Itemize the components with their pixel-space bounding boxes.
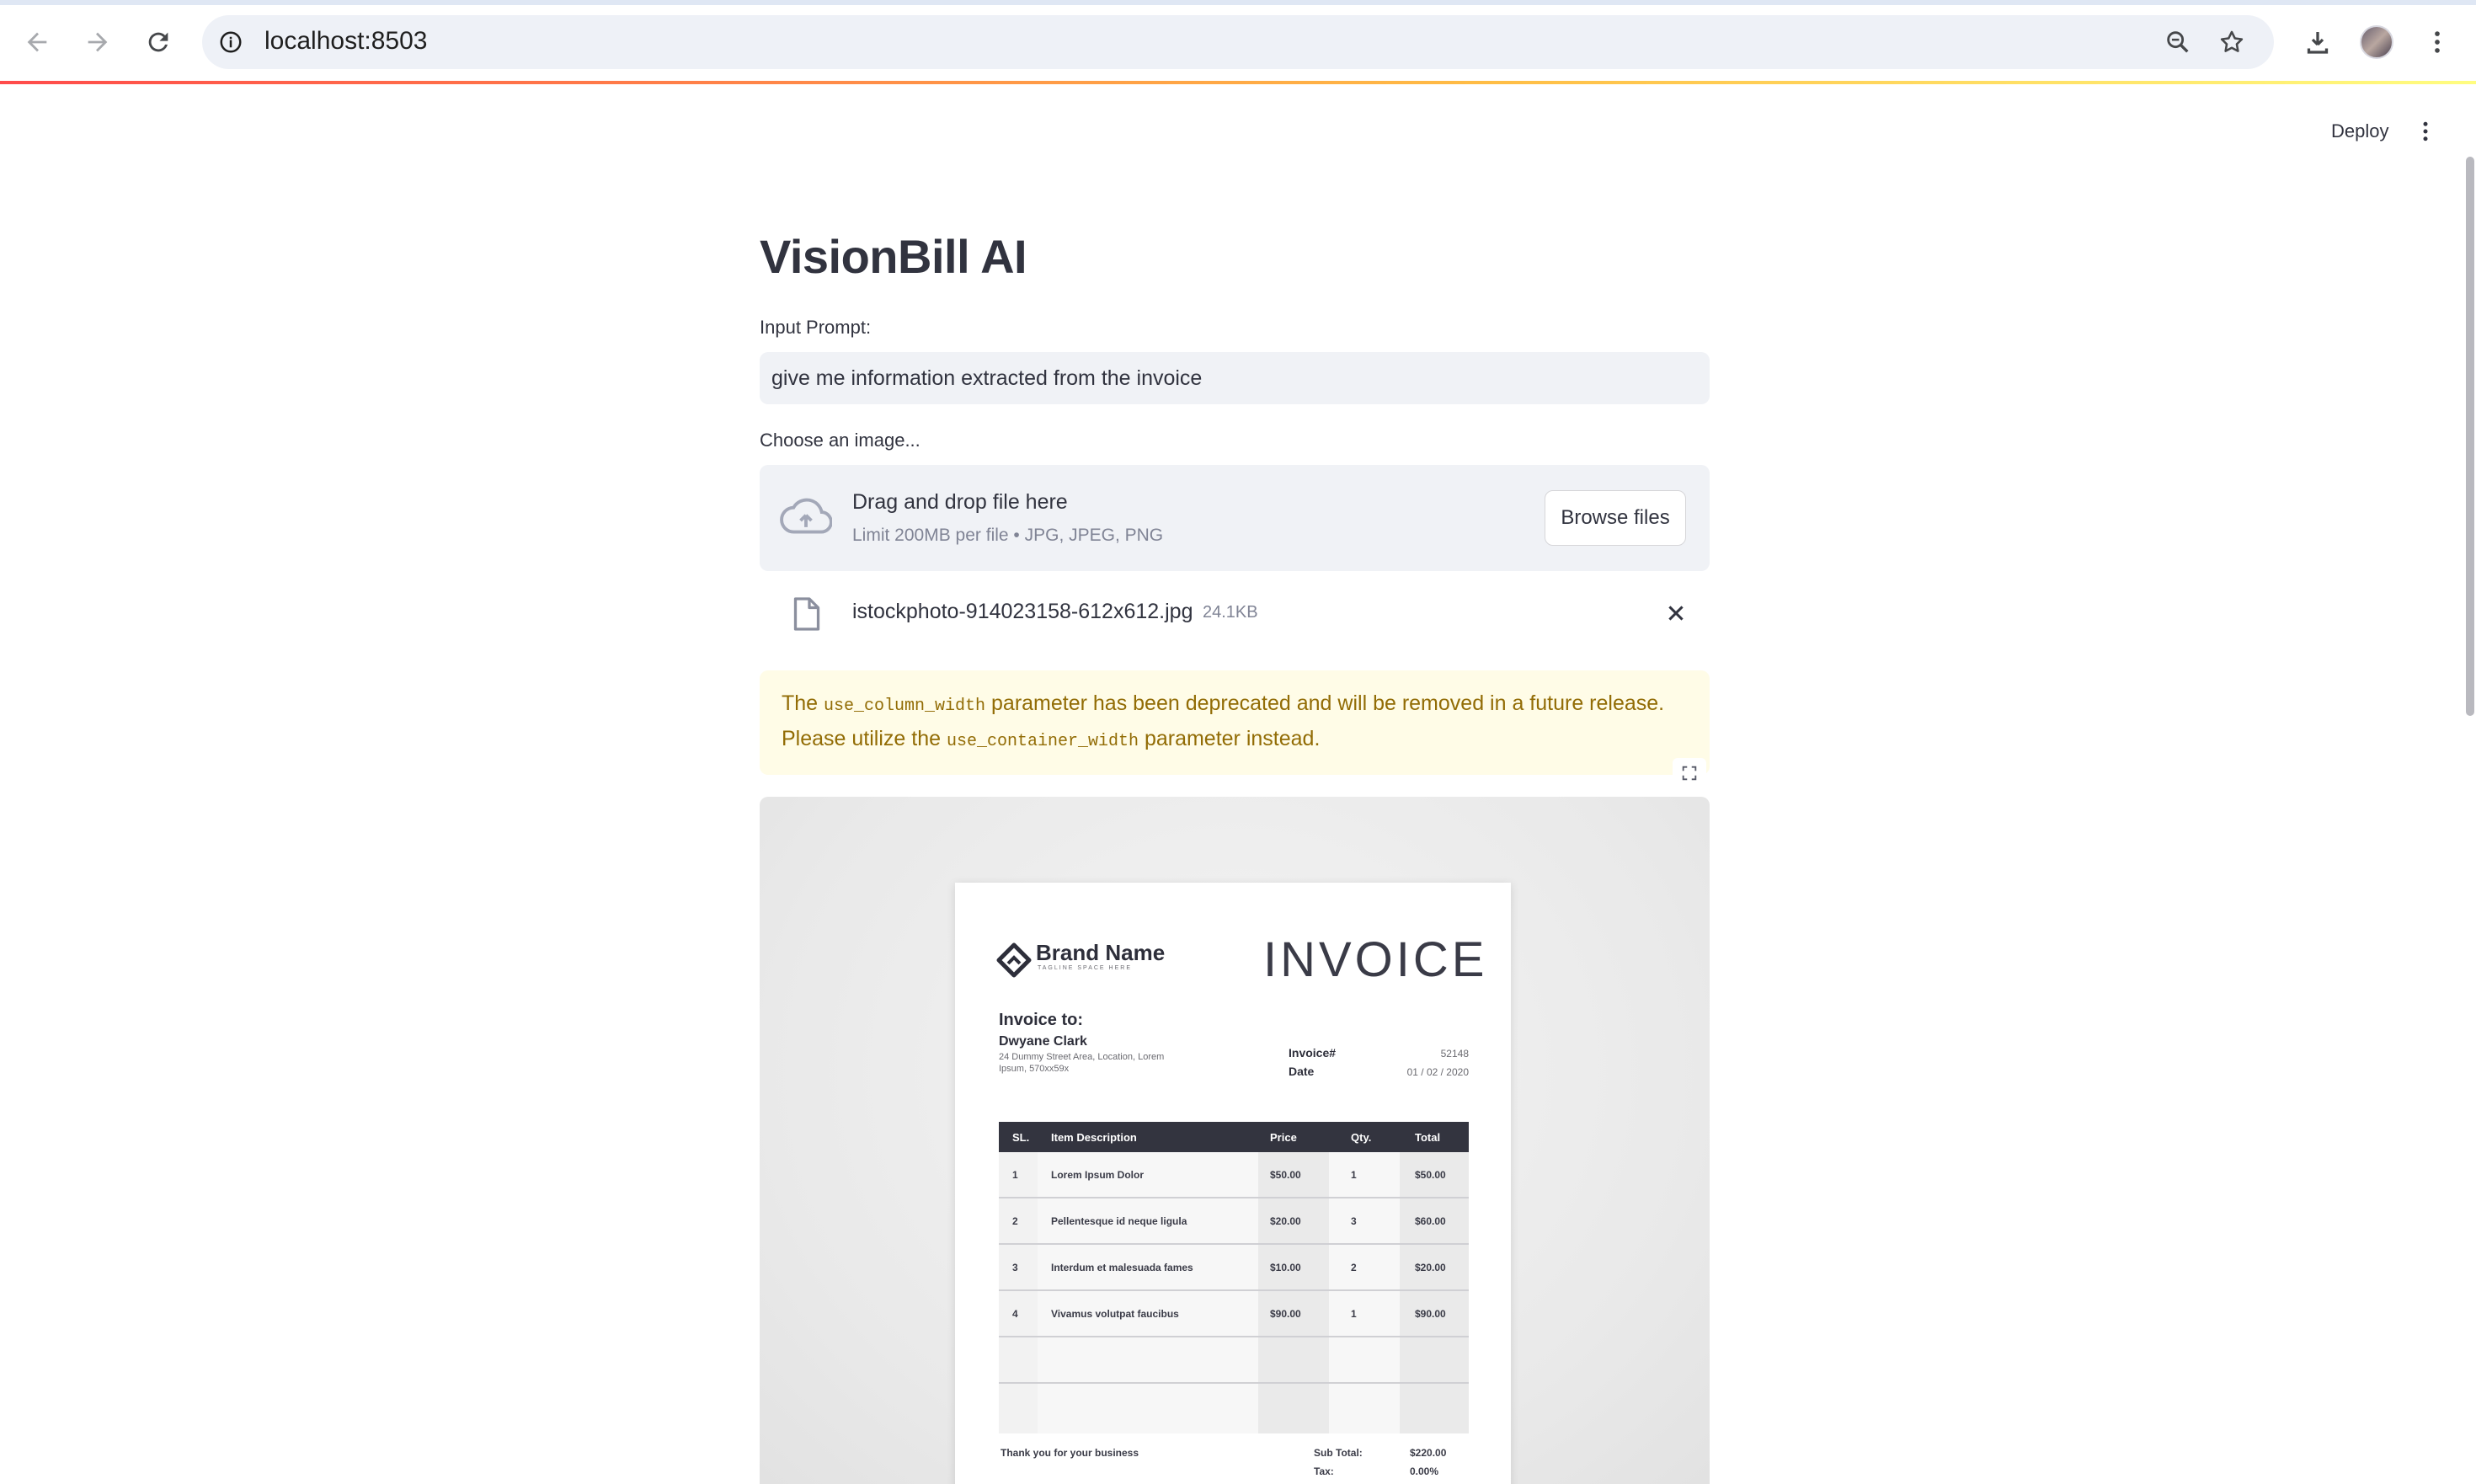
table-row-empty [999,1384,1469,1430]
forward-button[interactable] [76,20,120,64]
invoice-number: 52148 [1440,1048,1469,1060]
table-cell: 4 [1012,1307,1018,1320]
uploader-label: Choose an image... [760,430,920,451]
table-cell: 2 [1012,1214,1018,1227]
table-cell: 3 [1351,1214,1357,1227]
table-row: 1 Lorem Ipsum Dolor $50.00 1 $50.00 [999,1152,1469,1198]
cloud-upload-icon [780,498,832,534]
table-cell: Interdum et malesuada fames [1051,1261,1193,1273]
client-address: 24 Dummy Street Area, Location, Lorem Ip… [999,1052,1165,1074]
uploaded-image: Brand Name TAGLINE SPACE HERE INVOICE In… [760,797,1710,1484]
app-menu-button[interactable] [2409,115,2442,148]
table-row: 3 Interdum et malesuada fames $10.00 2 $20.0… [999,1245,1469,1291]
warning-text-1: The [782,691,824,715]
invoice-title: INVOICE [1263,932,1488,987]
file-name: istockphoto-914023158-612x612.jpg [852,600,1193,623]
table-header-cell: Qty. [1351,1130,1372,1144]
deprecation-warning: The use_column_width parameter has been … [760,670,1710,775]
url-text[interactable]: localhost:8503 [264,27,427,56]
table-header-cell: Price [1270,1130,1297,1144]
invoice-table-body: 1 Lorem Ipsum Dolor $50.00 1 $50.00 2 Pellente… [999,1152,1469,1337]
table-cell: $10.00 [1270,1261,1301,1273]
invoice-table-header: SL. Item Description Price Qty. Total [999,1122,1469,1152]
invoice-to-label: Invoice to: [999,1011,1084,1029]
table-cell: 3 [1012,1261,1018,1273]
table-cell: $50.00 [1415,1168,1446,1181]
invoice-document: Brand Name TAGLINE SPACE HERE INVOICE In… [955,883,1511,1484]
dropzone-subtitle: Limit 200MB per file • JPG, JPEG, PNG [852,526,1164,545]
table-header-cell: SL. [1012,1130,1030,1144]
tab-strip-edge [0,0,2476,5]
table-cell: Vivamus volutpat faucibus [1051,1307,1179,1320]
tax-value: 0.00% [1410,1465,1439,1477]
arrow-right-icon [88,32,108,52]
table-row: 4 Vivamus volutpat faucibus $90.00 1 $90.00 [999,1291,1469,1337]
brand-logo-icon [996,942,1032,978]
zoom-icon[interactable] [2161,25,2195,59]
thanks-note: Thank you for your business [1001,1447,1139,1459]
streamlit-decoration-bar [0,81,2476,84]
prompt-input[interactable] [760,352,1710,404]
avatar [2360,25,2393,59]
download-icon [2307,32,2329,54]
downloads-button[interactable] [2296,19,2340,66]
deploy-button[interactable]: Deploy [2316,115,2404,148]
brand-name: Brand Name [1036,940,1166,965]
address-bar[interactable]: localhost:8503 [202,15,2274,69]
page-scrollbar[interactable] [2466,157,2474,716]
table-cell: $50.00 [1270,1168,1301,1181]
fullscreen-icon [1682,766,1697,781]
table-header-cell: Total [1415,1130,1441,1144]
subtotal-label: Sub Total: [1314,1447,1363,1459]
table-cell: 1 [1351,1168,1357,1181]
prompt-label: Input Prompt: [760,317,872,338]
browser-menu-button[interactable] [2415,19,2459,66]
table-cell: 1 [1351,1307,1357,1320]
table-cell: Lorem Ipsum Dolor [1051,1168,1145,1181]
dropzone-title: Drag and drop file here [852,490,1068,514]
warning-code-1: use_column_width [824,697,986,716]
warning-text-3: parameter instead. [1139,727,1321,750]
table-cell: 2 [1351,1261,1357,1273]
subtotal-value: $220.00 [1410,1447,1447,1459]
table-cell: $90.00 [1415,1307,1446,1320]
browse-files-button[interactable]: Browse files [1545,490,1686,546]
invoice-number-label: Invoice# [1289,1046,1337,1060]
warning-code-2: use_container_width [946,732,1139,751]
site-info-icon[interactable] [214,25,248,59]
back-button[interactable] [15,20,59,64]
table-header-cell: Item Description [1051,1130,1137,1144]
file-icon [793,597,820,631]
table-cell: $20.00 [1415,1261,1446,1273]
client-name: Dwyane Clark [999,1034,1087,1049]
page-title: VisionBill AI [760,230,1027,283]
fullscreen-button[interactable] [1673,758,1706,788]
kebab-menu-icon [2435,31,2440,53]
table-row-empty [999,1337,1469,1384]
kebab-menu-icon [2423,121,2428,141]
bookmark-star-icon[interactable] [2215,25,2249,59]
profile-button[interactable] [2355,19,2399,66]
uploaded-file-row: istockphoto-914023158-612x612.jpg 24.1KB [760,586,1710,638]
reload-button[interactable] [136,20,180,64]
reload-icon [148,32,168,52]
table-cell: $60.00 [1415,1214,1446,1227]
table-row: 2 Pellentesque id neque ligula $20.00 3 $60.… [999,1198,1469,1245]
file-dropzone[interactable]: Drag and drop file here Limit 200MB per … [760,465,1710,571]
file-size: 24.1KB [1203,603,1258,622]
browser-chrome: localhost:8503 [0,0,2476,83]
remove-file-button[interactable] [1661,598,1691,628]
date-label: Date [1289,1065,1315,1078]
brand-tagline: TAGLINE SPACE HERE [1038,965,1132,971]
table-cell: $90.00 [1270,1307,1301,1320]
table-cell: Pellentesque id neque ligula [1051,1214,1187,1227]
close-icon [1668,606,1684,621]
arrow-left-icon [27,32,47,52]
tax-label: Tax: [1314,1465,1334,1477]
table-cell: 1 [1012,1168,1018,1181]
invoice-date: 01 / 02 / 2020 [1406,1066,1469,1078]
invoice-table: SL. Item Description Price Qty. Total 1 L… [999,1122,1469,1433]
table-cell: $20.00 [1270,1214,1301,1227]
